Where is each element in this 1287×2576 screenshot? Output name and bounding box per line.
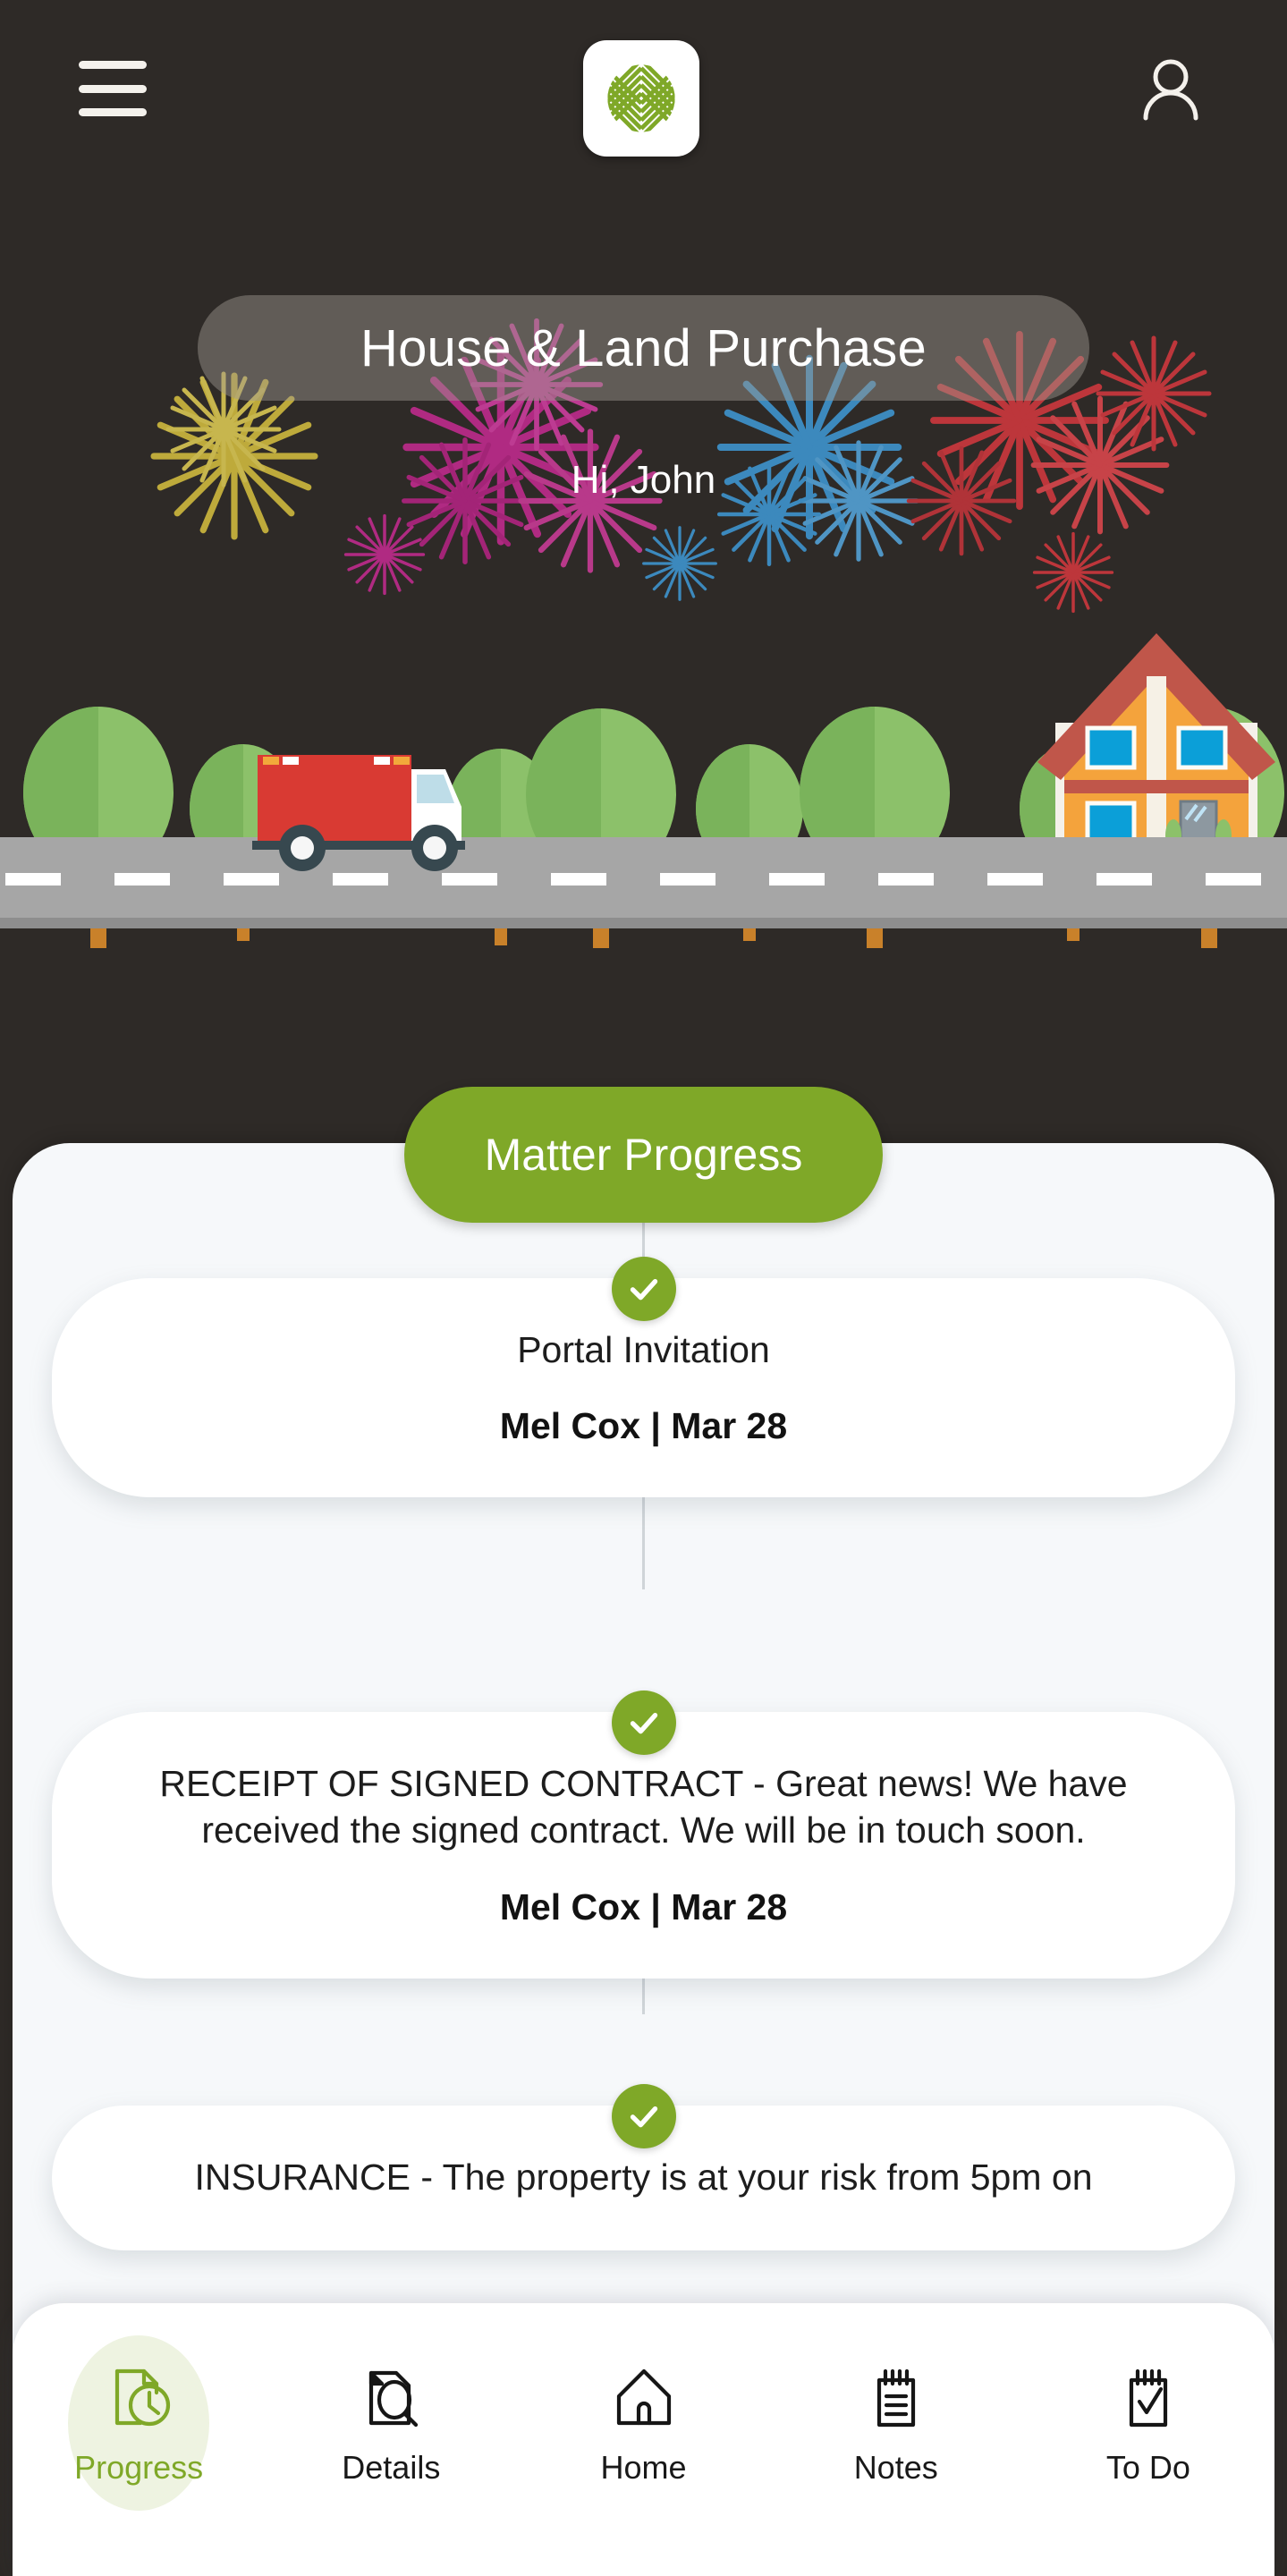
woven-circle-logo-icon: [607, 64, 675, 132]
app-logo[interactable]: App logo: [583, 40, 699, 157]
card-meta: Mel Cox | Mar 28: [499, 1405, 788, 1447]
nav-label: Progress: [74, 2449, 204, 2486]
step-status-complete-icon[interactable]: [611, 1690, 676, 1755]
nav-label: Notes: [853, 2449, 938, 2486]
nav-label: To Do: [1105, 2449, 1190, 2486]
check-icon: [630, 2106, 657, 2128]
card-meta: Mel Cox | Mar 28: [499, 1885, 788, 1928]
bottom-navigation: Progress Details Home Notes To Do: [13, 2303, 1274, 2576]
document-clock-icon: [105, 2360, 173, 2436]
menu-icon[interactable]: Menu: [79, 61, 147, 116]
step-status-complete-icon[interactable]: [611, 2084, 676, 2148]
nav-label: Details: [342, 2449, 441, 2486]
card-body: INSURANCE - The property is at your risk…: [194, 2157, 1093, 2198]
check-icon: [630, 1713, 657, 1734]
profile-icon[interactable]: Profile: [1133, 55, 1208, 127]
nav-item-progress[interactable]: Progress: [13, 2319, 265, 2527]
notepad-lines-icon: [862, 2360, 930, 2436]
matter-progress-badge[interactable]: Matter Progress: [404, 1087, 883, 1223]
person-icon: [1143, 59, 1198, 121]
nav-item-details[interactable]: Details: [265, 2319, 517, 2527]
check-icon: [630, 1279, 657, 1301]
nav-item-notes[interactable]: Notes: [770, 2319, 1022, 2527]
top-bar: Menu App logo Profile: [0, 0, 1287, 179]
nav-item-todo[interactable]: To Do: [1022, 2319, 1274, 2527]
step-status-complete-icon[interactable]: [611, 1257, 676, 1321]
nav-item-home[interactable]: Home: [517, 2319, 769, 2527]
home-icon: [610, 2360, 678, 2436]
notepad-check-icon: [1114, 2360, 1182, 2436]
moving-scene-illustration: [0, 633, 1287, 948]
card-body: RECEIPT OF SIGNED CONTRACT - Great news!…: [159, 1763, 1128, 1852]
matter-progress-label: Matter Progress: [484, 1130, 803, 1180]
matter-title: House & Land Purchase: [360, 318, 927, 377]
card-body: Portal Invitation: [517, 1329, 770, 1370]
nav-label: Home: [600, 2449, 687, 2486]
greeting-text: Hi, John: [571, 458, 716, 502]
app-root: House & Land Purchase Hi, John Portal In…: [0, 0, 1287, 2576]
matter-title-pill: House & Land Purchase: [198, 295, 1089, 401]
document-search-icon: [357, 2360, 425, 2436]
house-illustration: [1037, 633, 1275, 852]
profile-label: Profile: [1208, 55, 1209, 56]
